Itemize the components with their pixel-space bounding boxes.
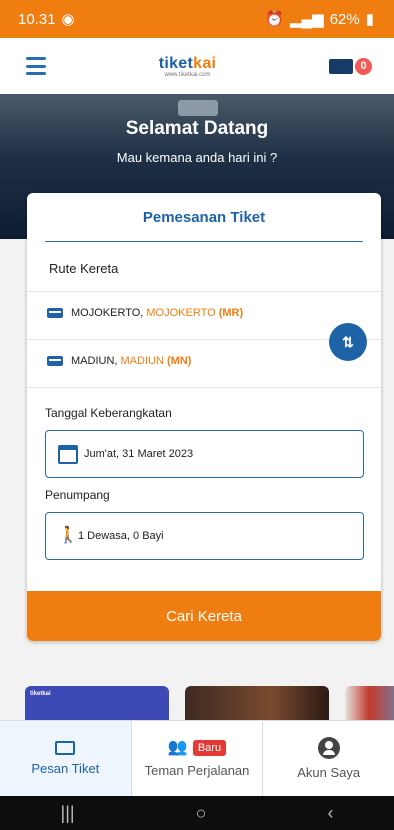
- hero-background-image: [178, 100, 218, 116]
- ticket-cart-button[interactable]: 0: [329, 57, 372, 75]
- notification-icon: ◉: [61, 11, 75, 28]
- walking-person-icon: 🚶: [58, 527, 78, 544]
- promo-banner[interactable]: tiketkai: [25, 686, 169, 720]
- search-train-button[interactable]: Cari Kereta: [27, 591, 381, 641]
- app-bar: tiketkai www.tiketkai.com 0: [0, 38, 394, 94]
- train-icon: [47, 308, 63, 318]
- battery-icon: ▮: [365, 11, 374, 28]
- divider: [27, 387, 381, 388]
- departure-date-value: Jum'at, 31 Maret 2023: [84, 448, 194, 460]
- promo-banner[interactable]: [345, 686, 394, 720]
- swap-stations-button[interactable]: ⇅: [329, 323, 367, 361]
- hero-title: Selamat Datang: [125, 118, 269, 139]
- destination-station[interactable]: MADIUN, MADIUN (MN): [47, 355, 191, 367]
- divider: [27, 339, 381, 340]
- booking-title: Pemesanan Tiket: [142, 209, 266, 226]
- passenger-value: 1 Dewasa, 0 Bayi: [78, 530, 164, 542]
- people-icon: 👥: [167, 739, 188, 756]
- promo-carousel: tiketkai: [0, 686, 394, 720]
- promo-banner[interactable]: [185, 686, 329, 720]
- ticket-icon: [329, 58, 353, 74]
- title-divider: [45, 241, 363, 242]
- nav-pesan-tiket[interactable]: Pesan Tiket: [0, 721, 131, 796]
- route-title: Rute Kereta: [49, 261, 119, 276]
- cart-count-badge: 0: [355, 57, 372, 75]
- nav-teman-perjalanan[interactable]: 👥 Baru Teman Perjalanan: [130, 721, 263, 796]
- train-icon: [47, 356, 63, 366]
- back-icon[interactable]: ‹: [327, 803, 333, 824]
- battery-level: 62%: [329, 10, 360, 28]
- date-label: Tanggal Keberangkatan: [45, 406, 172, 420]
- divider: [27, 291, 381, 292]
- nav-label: Teman Perjalanan: [144, 763, 250, 778]
- app-logo: tiketkai www.tiketkai.com: [158, 54, 217, 78]
- home-icon[interactable]: ○: [196, 803, 207, 824]
- new-badge: Baru: [192, 740, 227, 756]
- alarm-icon: ⏰: [265, 11, 284, 28]
- passenger-label: Penumpang: [45, 488, 110, 502]
- swap-arrows-icon: ⇅: [342, 333, 354, 350]
- calendar-icon: [58, 444, 78, 464]
- nav-akun-saya[interactable]: Akun Saya: [262, 721, 394, 796]
- departure-date-field[interactable]: Jum'at, 31 Maret 2023: [45, 430, 364, 478]
- origin-station[interactable]: MOJOKERTO, MOJOKERTO (MR): [47, 307, 243, 319]
- system-navigation-bar: ||| ○ ‹: [0, 796, 394, 830]
- signal-icon: ▂▄▆: [290, 11, 324, 28]
- user-icon: [317, 737, 340, 759]
- hero-subtitle: Mau kemana anda hari ini ?: [116, 150, 278, 165]
- menu-icon[interactable]: [26, 57, 46, 75]
- bottom-navigation: Pesan Tiket 👥 Baru Teman Perjalanan Akun…: [0, 720, 394, 796]
- booking-card: Pemesanan Tiket Rute Kereta MOJOKERTO, M…: [27, 193, 381, 641]
- status-time: 10.31: [18, 10, 56, 28]
- recent-apps-icon[interactable]: |||: [61, 803, 75, 824]
- ticket-icon: [55, 741, 76, 755]
- nav-label: Pesan Tiket: [31, 761, 100, 776]
- nav-label: Akun Saya: [297, 765, 361, 780]
- status-bar: 10.31 ◉ ⏰ ▂▄▆ 62% ▮: [0, 0, 394, 38]
- passenger-field[interactable]: 🚶 1 Dewasa, 0 Bayi: [45, 512, 364, 560]
